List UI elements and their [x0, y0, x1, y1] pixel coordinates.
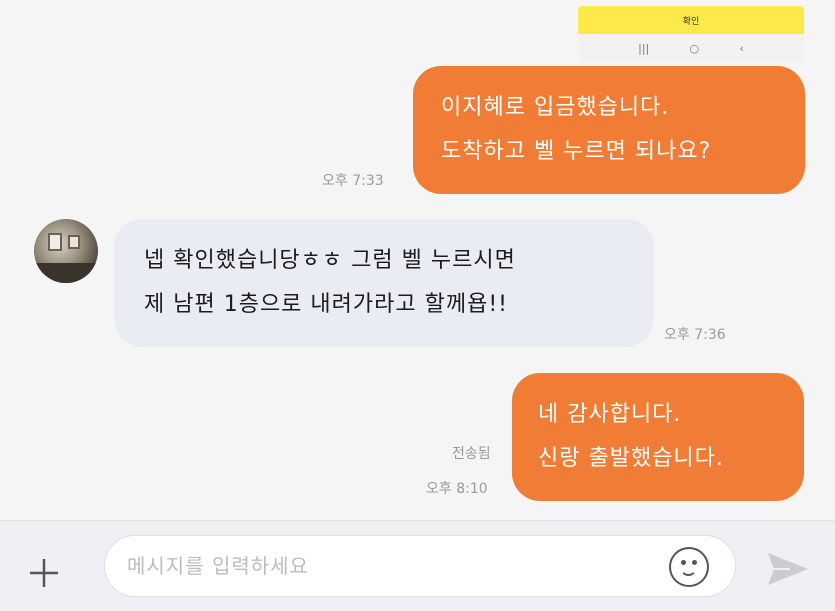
message-text-line: 이지혜로 입금했습니다. [441, 95, 670, 120]
contact-avatar[interactable] [34, 219, 98, 283]
received-message-bubble[interactable]: 넵 확인했습니당ㅎㅎ 그럼 벨 누르시면 제 남편 1층으로 내려가라고 할께욥… [114, 219, 654, 347]
message-timestamp: 오후 8:10 [426, 481, 488, 497]
thumbnail-confirm-label: 확인 [682, 16, 700, 27]
message-status: 전송됨 [452, 446, 491, 462]
emoji-button[interactable] [669, 547, 709, 587]
thumbnail-nav-bar: ||| ○ ‹ [578, 34, 804, 62]
send-button[interactable] [764, 549, 812, 589]
avatar-picture-frame [68, 235, 80, 249]
message-input-bar [0, 520, 835, 611]
recent-apps-icon: ||| [638, 41, 650, 55]
home-icon: ○ [689, 41, 700, 55]
back-icon: ‹ [739, 41, 744, 55]
message-text-line: 도착하고 벨 누르면 되나요? [441, 139, 712, 164]
screenshot-thumbnail: 확인 ||| ○ ‹ [578, 6, 804, 62]
message-field [104, 535, 736, 597]
message-text-line: 신랑 출발했습니다. [538, 446, 724, 471]
send-icon [768, 553, 808, 585]
message-text-line: 제 남편 1층으로 내려가라고 할께욥!! [144, 292, 508, 317]
thumbnail-confirm-bar: 확인 [578, 6, 804, 34]
my-message-bubble[interactable]: 네 감사합니다. 신랑 출발했습니다. [512, 373, 804, 501]
my-message-bubble[interactable]: 이지혜로 입금했습니다. 도착하고 벨 누르면 되나요? [413, 66, 805, 194]
message-input[interactable] [127, 536, 667, 596]
message-text-line: 네 감사합니다. [538, 402, 682, 427]
message-text-line: 넵 확인했습니당ㅎㅎ 그럼 벨 누르시면 [144, 248, 516, 273]
avatar-picture-frame [48, 233, 62, 251]
chat-screen: 확인 ||| ○ ‹ 이지혜로 입금했습니다. 도착하고 벨 누르면 되나요? … [0, 0, 835, 611]
message-timestamp: 오후 7:33 [322, 173, 384, 189]
avatar-floor [34, 263, 98, 283]
message-timestamp: 오후 7:36 [664, 327, 726, 343]
attach-plus-button[interactable] [22, 551, 66, 595]
emoji-mouth [680, 564, 697, 576]
plus-icon [30, 559, 58, 587]
